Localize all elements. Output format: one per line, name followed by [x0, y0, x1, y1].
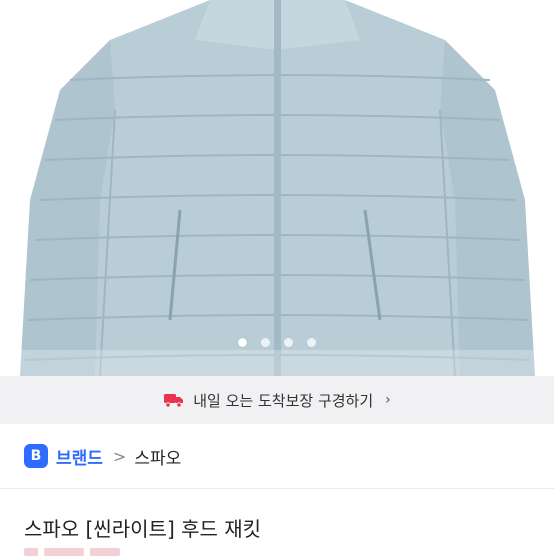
breadcrumb-brand-label[interactable]: 브랜드 — [56, 444, 103, 469]
jacket-image — [0, 0, 554, 376]
expand-icon[interactable] — [0, 0, 26, 26]
carousel-dot[interactable] — [284, 338, 293, 347]
carousel-dot[interactable] — [261, 338, 270, 347]
breadcrumb: B 브랜드 > 스파오 — [24, 443, 181, 469]
carousel-dot[interactable] — [307, 338, 316, 347]
breadcrumb-brand-name[interactable]: 스파오 — [134, 444, 181, 469]
divider — [0, 488, 554, 489]
price-row-peek — [24, 548, 154, 556]
breadcrumb-separator-icon: > — [112, 446, 127, 466]
chevron-right-icon: › — [385, 392, 391, 408]
product-image-carousel[interactable] — [0, 0, 554, 376]
banner-text: 내일 오는 도착보장 구경하기 — [193, 391, 374, 410]
product-title: 스파오 [씬라이트] 후드 재킷 — [24, 517, 262, 541]
carousel-dot[interactable] — [238, 338, 247, 347]
delivery-guarantee-banner[interactable]: 내일 오는 도착보장 구경하기 › — [0, 376, 554, 424]
carousel-indicators — [0, 338, 554, 347]
brand-badge-icon: B — [24, 444, 48, 468]
truck-icon — [164, 394, 184, 408]
